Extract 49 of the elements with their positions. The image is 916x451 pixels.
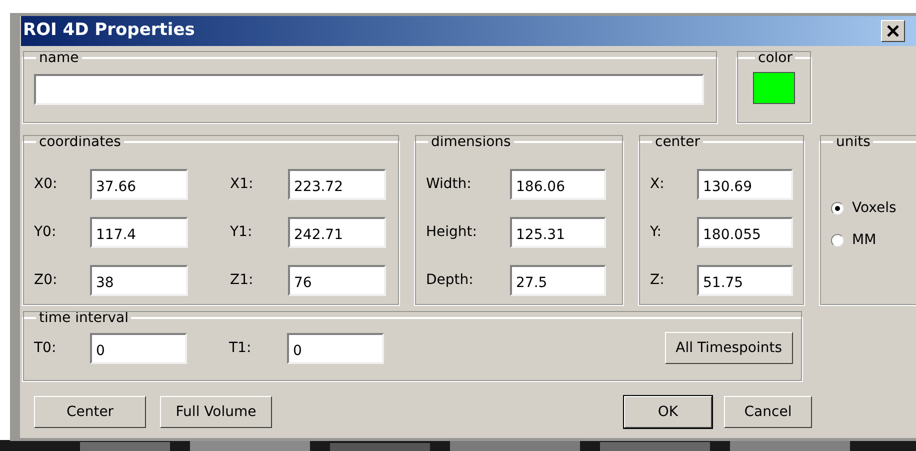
input-field[interactable]: 27.5 <box>510 264 606 296</box>
input-field[interactable]: 130.69 <box>697 168 793 200</box>
input-field[interactable]: 0 <box>90 332 187 364</box>
input-field[interactable]: 0 <box>287 332 384 364</box>
input-field[interactable]: 76 <box>288 264 386 296</box>
button[interactable]: All Timespoints <box>664 332 793 364</box>
button[interactable]: Full Volume <box>160 396 272 428</box>
field-label: Y0: <box>34 222 58 242</box>
window-title: ROI 4D Properties <box>23 19 196 42</box>
field-label: Y: <box>650 222 662 242</box>
input-field[interactable]: 242.71 <box>288 216 386 248</box>
field-label: X: <box>650 174 666 194</box>
button[interactable]: Cancel <box>724 396 812 428</box>
field-label: Z1: <box>230 270 254 290</box>
input-field[interactable]: 186.06 <box>510 168 606 200</box>
input-field[interactable]: 37.66 <box>90 168 188 200</box>
button[interactable]: OK <box>624 396 712 428</box>
group-label: center <box>654 134 702 150</box>
field-label: Y1: <box>230 222 254 242</box>
input-field[interactable]: 125.31 <box>510 216 606 248</box>
radio-button[interactable] <box>831 202 844 214</box>
field-label: Depth: <box>426 270 474 290</box>
group-label: color <box>757 50 794 66</box>
input-field[interactable]: 38 <box>90 264 188 296</box>
field-label: Z0: <box>34 270 58 290</box>
close-button[interactable] <box>881 20 905 42</box>
field-label: T0: <box>34 338 58 358</box>
radio-button[interactable] <box>831 234 844 246</box>
input-field[interactable]: 117.4 <box>90 216 188 248</box>
color-swatch[interactable] <box>753 72 795 104</box>
group-label: units <box>835 134 872 150</box>
group-label: coordinates <box>38 134 122 150</box>
input-field[interactable]: 51.75 <box>697 264 793 296</box>
field-label: Height: <box>426 222 478 242</box>
group-label: name <box>38 50 80 66</box>
input-field[interactable] <box>34 74 704 105</box>
group-label: dimensions <box>430 134 512 150</box>
field-label: X0: <box>34 174 58 194</box>
button[interactable]: Center <box>34 396 146 428</box>
field-label: Width: <box>426 174 472 194</box>
field-label: T1: <box>229 338 252 358</box>
field-label: X1: <box>230 174 254 194</box>
input-field[interactable]: 223.72 <box>288 168 386 200</box>
close-icon <box>887 25 899 37</box>
input-field[interactable]: 180.055 <box>697 216 793 248</box>
field-label: Z: <box>650 270 666 290</box>
radio-option[interactable]: Voxels <box>831 192 916 224</box>
group-label: time interval <box>38 310 130 326</box>
radio-option[interactable]: MM <box>831 224 916 256</box>
